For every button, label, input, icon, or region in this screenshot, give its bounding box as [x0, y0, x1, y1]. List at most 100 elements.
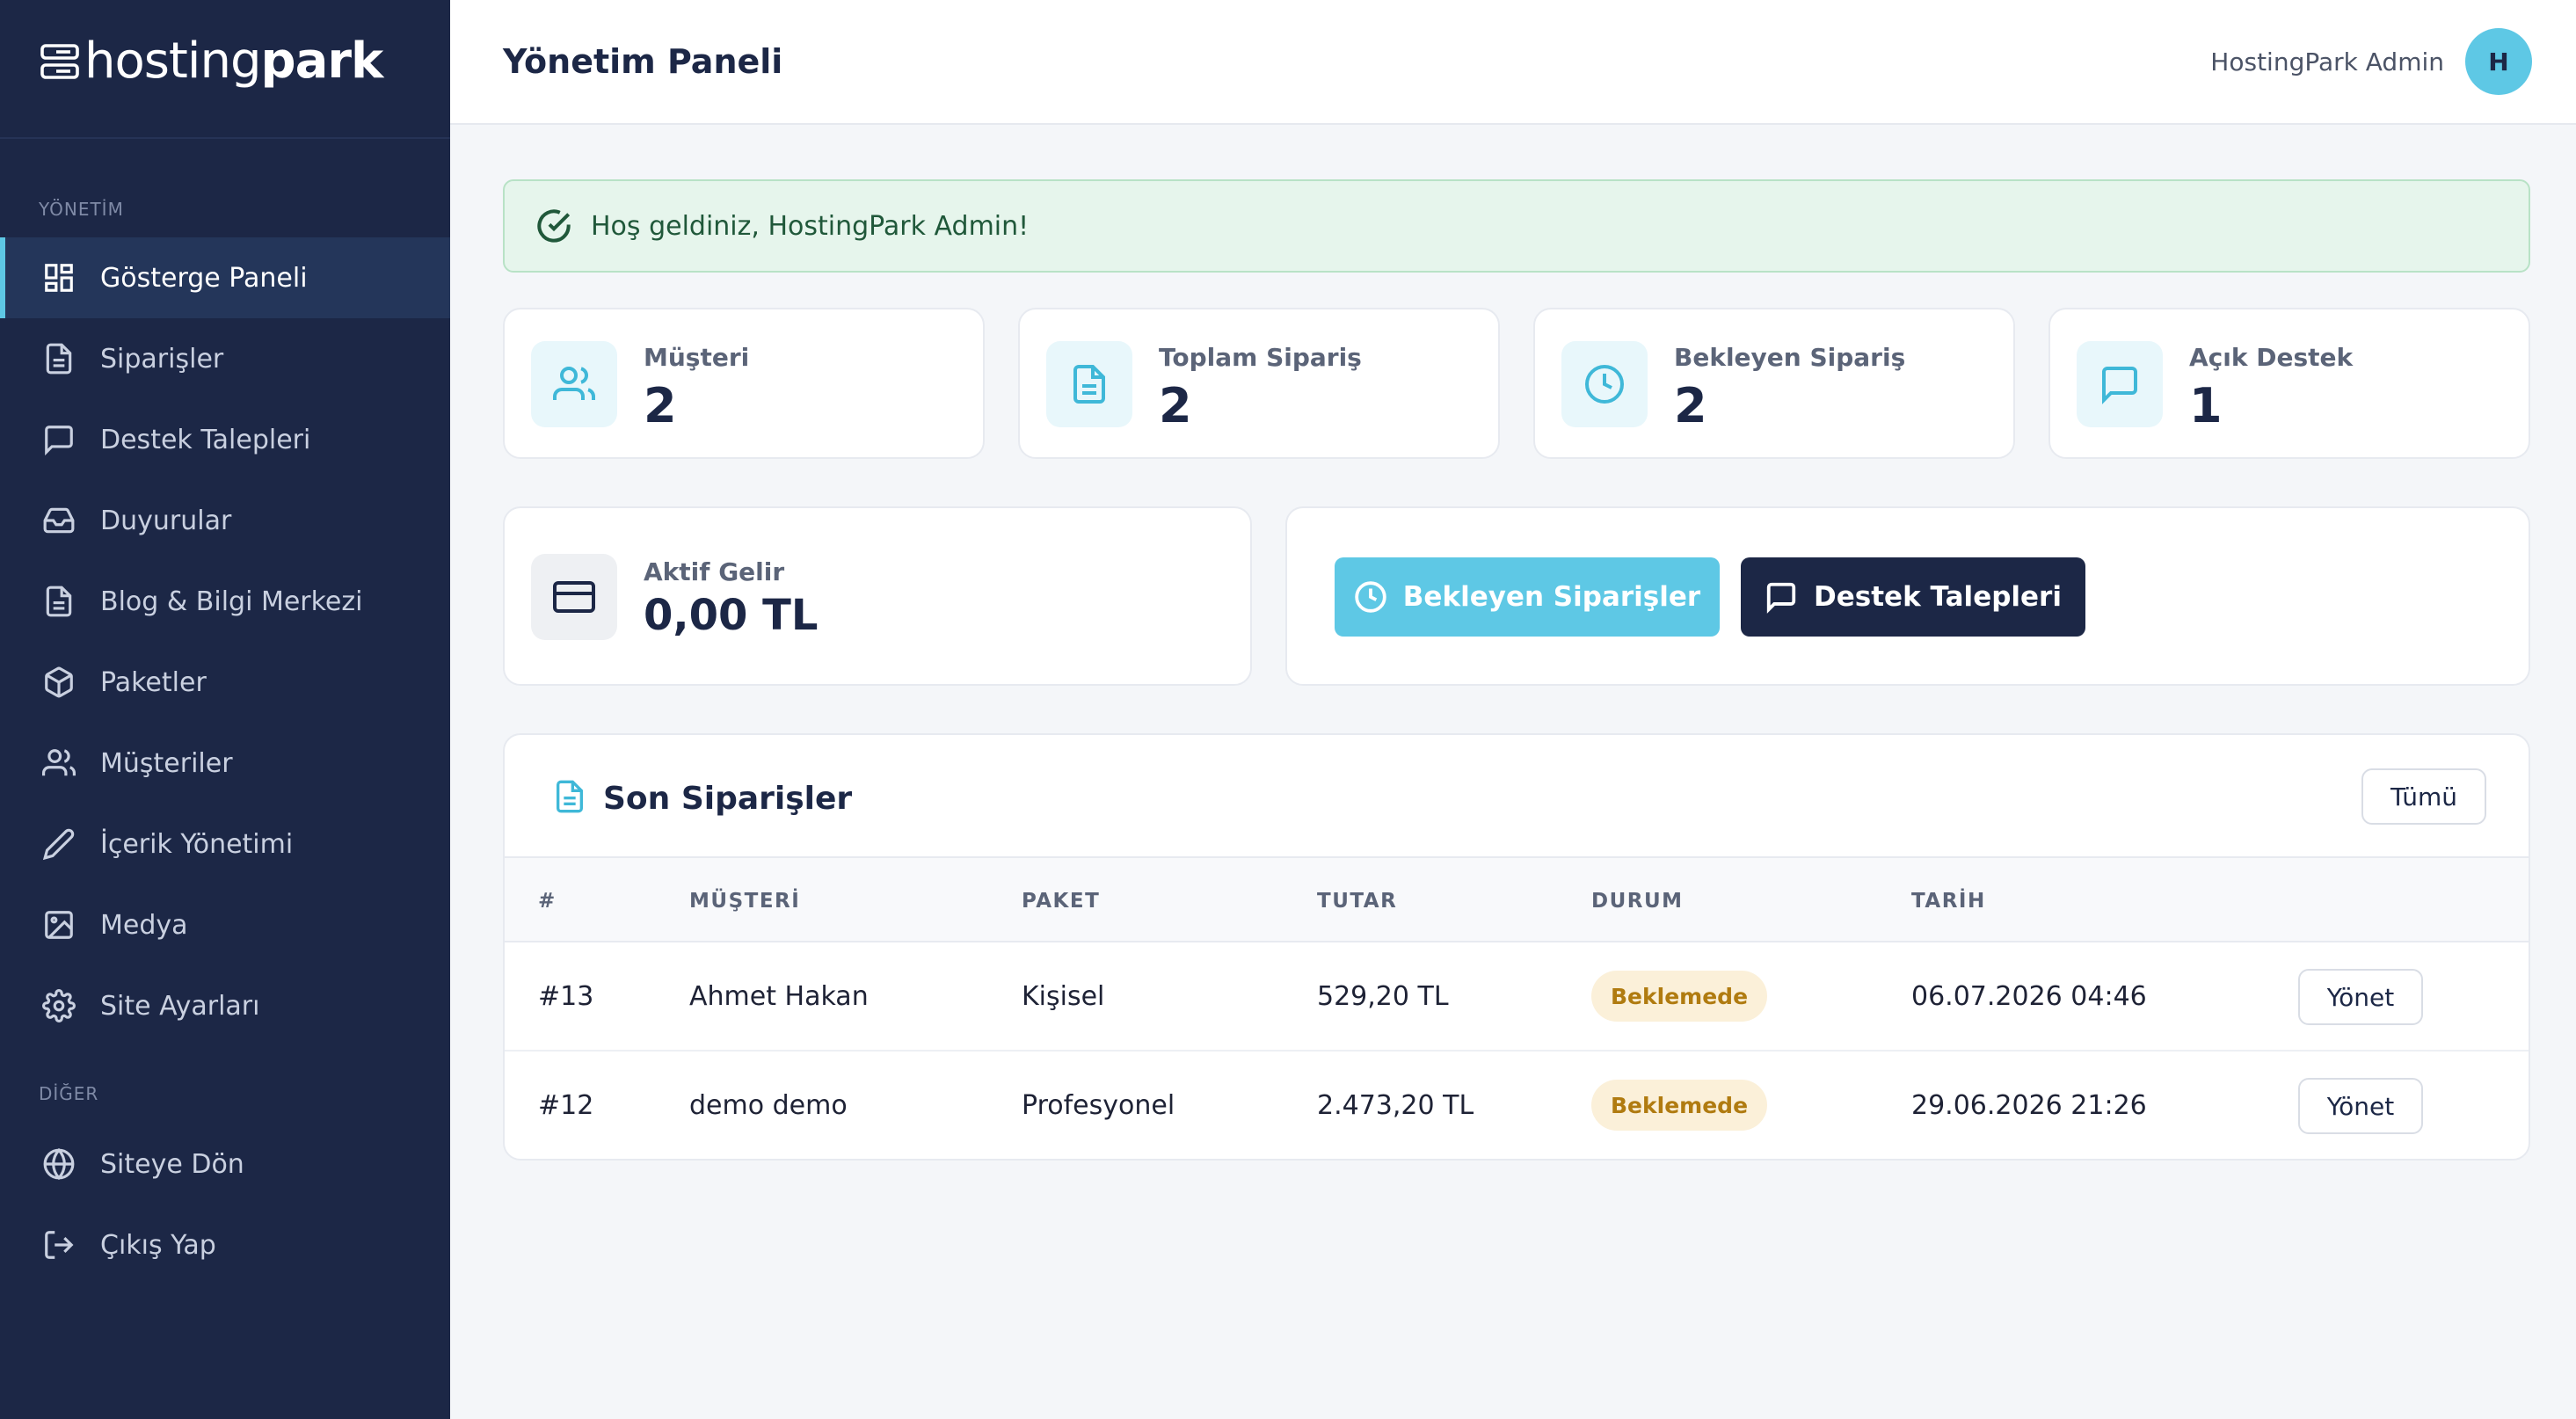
sidebar-item-blog[interactable]: Blog & Bilgi Merkezi: [0, 561, 450, 642]
package-name: Kişisel: [1022, 981, 1105, 1012]
message-icon: [2102, 367, 2137, 404]
logout-icon: [45, 1231, 74, 1259]
recent-orders-card: Son Siparişler Tümü # MÜŞTERİ PAKET TUTA…: [503, 733, 2530, 1161]
globe-icon: [43, 1147, 75, 1181]
section-label-yonetim: YÖNETİM: [39, 199, 124, 220]
table-header: # MÜŞTERİ PAKET TUTAR DURUM TARİH: [505, 856, 2529, 942]
stat-label: Bekleyen Sipariş: [1674, 343, 1906, 372]
sidebar-item-label: Medya: [100, 909, 188, 941]
clock-icon: [1355, 581, 1386, 613]
page-title: Yönetim Paneli: [503, 42, 783, 81]
sidebar-item-content[interactable]: İçerik Yönetimi: [0, 804, 450, 884]
manage-order-button[interactable]: Yönet: [2298, 1078, 2423, 1134]
sidebar-item-label: Paketler: [100, 666, 207, 698]
sidebar-item-back-to-site[interactable]: Siteye Dön: [0, 1124, 450, 1204]
stat-icon-box: [1046, 341, 1132, 427]
stat-value: 1: [2189, 378, 2223, 433]
welcome-alert: Hoş geldiniz, HostingPark Admin!: [503, 179, 2530, 273]
sidebar-item-logout[interactable]: Çıkış Yap: [0, 1204, 450, 1285]
brand-logo[interactable]: hostingpark: [39, 30, 383, 93]
order-id: #13: [538, 981, 594, 1012]
manage-order-button[interactable]: Yönet: [2298, 969, 2423, 1025]
sidebar-item-support[interactable]: Destek Talepleri: [0, 399, 450, 480]
topbar: Yönetim Paneli HostingPark Admin H: [450, 0, 2576, 125]
sidebar-item-label: Siteye Dön: [100, 1148, 244, 1180]
stat-card-total-orders: Toplam Sipariş 2: [1018, 308, 1500, 459]
sidebar-item-label: Siparişler: [100, 343, 224, 375]
sidebar-item-dashboard[interactable]: Gösterge Paneli: [0, 237, 450, 318]
stat-card-revenue: Aktif Gelir 0,00 TL: [503, 506, 1252, 686]
customer-name: Ahmet Hakan: [689, 981, 869, 1012]
sidebar-item-label: Müşteriler: [100, 747, 233, 779]
sidebar-item-label: İçerik Yönetimi: [100, 828, 294, 860]
column-header: TARİH: [1911, 890, 1986, 913]
pencil-icon: [42, 828, 75, 861]
stat-label: Aktif Gelir: [644, 557, 785, 586]
column-header: PAKET: [1022, 890, 1101, 913]
section-label-diger: DİĞER: [39, 1083, 99, 1104]
column-header: DURUM: [1591, 890, 1684, 913]
stat-value: 2: [1674, 378, 1707, 433]
sidebar-item-orders[interactable]: Siparişler: [0, 318, 450, 399]
brand-name: hostingpark: [84, 33, 383, 90]
clock-icon: [1585, 365, 1624, 404]
stat-card-open-support: Açık Destek 1: [2048, 308, 2530, 459]
sidebar-item-label: Blog & Bilgi Merkezi: [100, 586, 363, 617]
sidebar-item-label: Gösterge Paneli: [100, 262, 308, 294]
dashboard-icon: [45, 264, 73, 292]
column-header: TUTAR: [1317, 890, 1398, 913]
section-title: Son Siparişler: [603, 781, 853, 817]
status-badge: Beklemede: [1591, 971, 1768, 1022]
stat-icon-box: [1561, 341, 1648, 427]
avatar[interactable]: H: [2465, 28, 2532, 95]
sidebar-item-announcements[interactable]: Duyurular: [0, 480, 450, 561]
button-label: Bekleyen Siparişler: [1402, 581, 1701, 613]
file-icon: [46, 586, 72, 617]
sidebar: hostingpark YÖNETİM Gösterge Paneli Sipa…: [0, 0, 450, 1419]
stat-card-pending-orders: Bekleyen Sipariş 2: [1533, 308, 2015, 459]
sidebar-item-label: Duyurular: [100, 505, 232, 536]
sidebar-item-label: Destek Talepleri: [100, 424, 311, 455]
sidebar-item-customers[interactable]: Müşteriler: [0, 723, 450, 804]
order-id: #12: [538, 1090, 594, 1121]
image-icon: [45, 911, 73, 939]
view-all-button[interactable]: Tümü: [2361, 768, 2486, 825]
stat-label: Toplam Sipariş: [1159, 343, 1362, 372]
server-icon: [40, 44, 79, 79]
column-header: #: [538, 890, 557, 913]
gear-icon: [42, 989, 76, 1022]
stat-value: 2: [1159, 378, 1192, 433]
stat-value: 0,00 TL: [644, 591, 819, 640]
box-icon: [45, 666, 73, 698]
sidebar-item-label: Çıkış Yap: [100, 1229, 216, 1261]
order-date: 29.06.2026 21:26: [1911, 1090, 2147, 1121]
amount: 529,20 TL: [1317, 981, 1449, 1012]
users-icon: [42, 749, 76, 776]
message-icon: [1766, 582, 1796, 614]
amount: 2.473,20 TL: [1317, 1090, 1474, 1121]
inbox-icon: [43, 507, 75, 534]
stat-value: 2: [644, 378, 677, 433]
user-name[interactable]: HostingPark Admin: [2210, 47, 2444, 76]
support-tickets-button[interactable]: Destek Talepleri: [1741, 557, 2085, 637]
file-icon: [1073, 365, 1105, 404]
divider: [0, 137, 450, 139]
sidebar-item-media[interactable]: Medya: [0, 884, 450, 965]
stat-label: Açık Destek: [2189, 343, 2354, 372]
table-row: #12 demo demo Profesyonel 2.473,20 TL Be…: [505, 1052, 2529, 1159]
table-row: #13 Ahmet Hakan Kişisel 529,20 TL Beklem…: [505, 942, 2529, 1052]
stat-icon-box: [531, 341, 617, 427]
quick-actions-card: Bekleyen Siparişler Destek Talepleri: [1285, 506, 2530, 686]
pending-orders-button[interactable]: Bekleyen Siparişler: [1335, 557, 1720, 637]
column-header: MÜŞTERİ: [689, 890, 801, 913]
sidebar-item-settings[interactable]: Site Ayarları: [0, 965, 450, 1046]
sidebar-item-packages[interactable]: Paketler: [0, 642, 450, 723]
stat-icon-box: [531, 554, 617, 640]
status-badge: Beklemede: [1591, 1080, 1768, 1131]
sidebar-item-label: Site Ayarları: [100, 990, 260, 1022]
file-icon: [46, 343, 72, 375]
credit-card-icon: [553, 581, 595, 613]
stat-icon-box: [2077, 341, 2163, 427]
check-circle-icon: [537, 209, 571, 243]
button-label: Destek Talepleri: [1814, 581, 2062, 613]
